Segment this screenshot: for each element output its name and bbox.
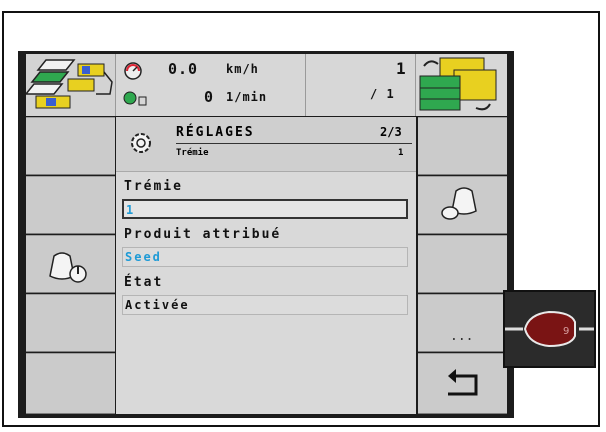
right-softkey-4[interactable]: ...: [418, 294, 507, 352]
rpm-unit: 1/min: [226, 90, 268, 104]
section-ratio: / 1: [370, 87, 395, 101]
bag-power-icon: [49, 252, 87, 283]
section-map-icon: [419, 57, 497, 111]
right-softkey-2[interactable]: [418, 176, 507, 234]
settings-header: RÉGLAGES 2/3 Trémie 1: [116, 117, 416, 172]
valve-icon: 9: [505, 310, 594, 348]
hopper-input[interactable]: 1: [122, 199, 408, 219]
section-number: 1: [396, 59, 407, 78]
valve-popup[interactable]: 9: [503, 290, 596, 368]
speed-value: 0.0: [168, 60, 199, 78]
section-counter-cell: 1 / 1: [306, 54, 416, 116]
speed-rpm-cell: 0.0 km/h 0 1/min: [116, 54, 306, 116]
header-divider: [176, 143, 412, 144]
left-softkey-5[interactable]: [26, 353, 115, 414]
speedometer-icon: [124, 62, 142, 80]
rpm-value: 0: [204, 88, 215, 106]
back-softkey[interactable]: [418, 353, 507, 414]
left-softkey-1[interactable]: [26, 117, 115, 175]
machine-diagram-icon: [24, 59, 113, 109]
page-indicator: 2/3: [380, 125, 402, 139]
rotation-sensor-icon: [123, 91, 147, 106]
state-label: État: [124, 275, 164, 290]
page-title: RÉGLAGES: [176, 125, 255, 140]
status-bar: 0.0 km/h 0 1/min 1 / 1: [24, 54, 507, 116]
back-arrow-icon: [448, 369, 478, 396]
left-softkey-2[interactable]: [26, 176, 115, 234]
right-softkey-1[interactable]: [418, 117, 507, 175]
main-panel: RÉGLAGES 2/3 Trémie 1 Trémie 1 Produit a…: [116, 117, 416, 414]
valve-digit: 9: [563, 326, 569, 337]
product-select[interactable]: Seed: [122, 247, 408, 267]
right-softkey-3[interactable]: [418, 235, 507, 293]
speed-unit: km/h: [226, 62, 259, 76]
product-label: Produit attribué: [124, 227, 282, 242]
page-subtitle: Trémie: [176, 148, 209, 158]
bag-refill-icon: [441, 187, 477, 220]
left-softkey-4[interactable]: [26, 294, 115, 352]
left-softkey-3[interactable]: [26, 235, 115, 293]
more-options-label: ...: [450, 329, 474, 344]
machine-diagram-cell[interactable]: [24, 54, 116, 116]
settings-gear-icon: [131, 133, 151, 153]
state-select[interactable]: Activée: [122, 295, 408, 315]
section-map-cell[interactable]: [416, 54, 507, 116]
page-subtitle-number: 1: [398, 148, 404, 158]
hopper-label: Trémie: [124, 179, 183, 194]
